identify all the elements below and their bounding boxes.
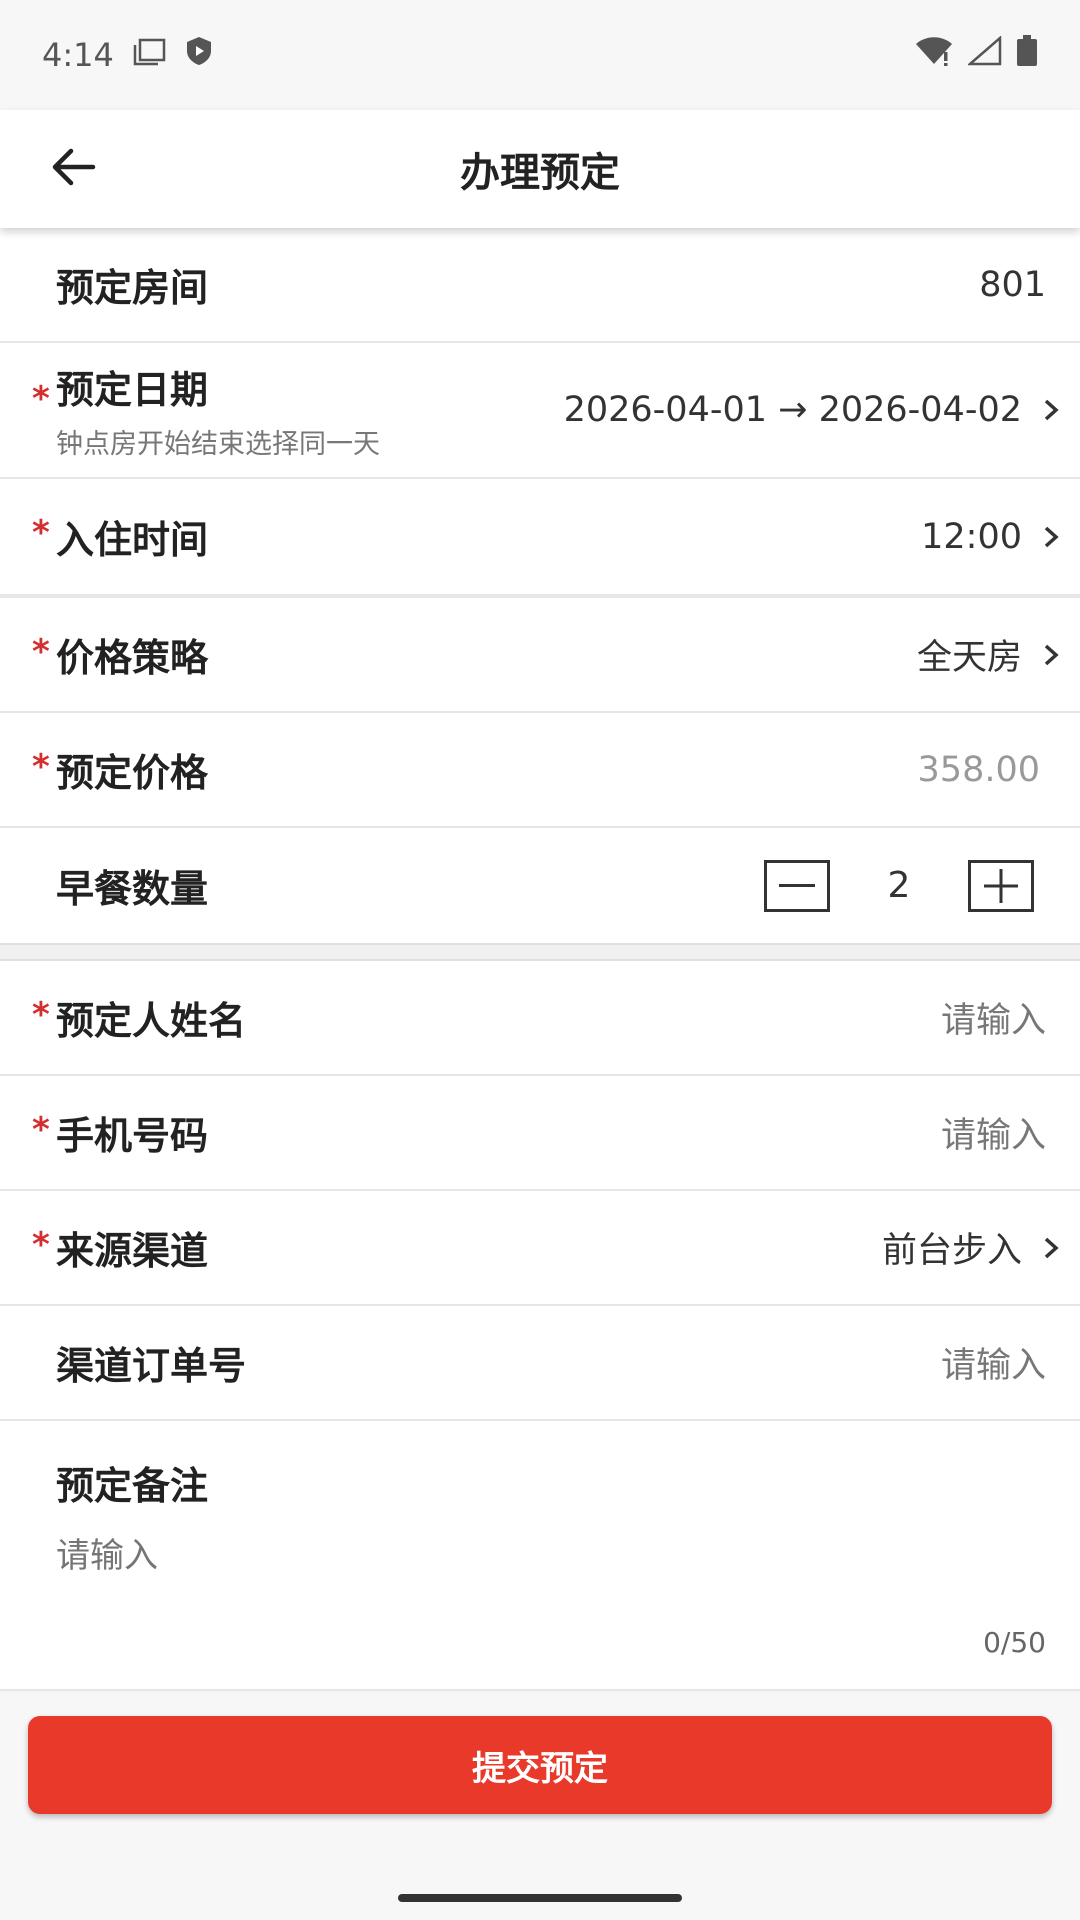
- breakfast-count: 2: [887, 865, 911, 906]
- guest-name-label: 预定人姓名: [56, 999, 247, 1043]
- room-info-group: 预定房间 801 * 预定日期 钟点房开始结束选择同一天 2026-04-01 …: [0, 228, 1080, 594]
- price-group: * 价格策略 全天房 * 预定价格 358.00 早餐数量 2: [0, 598, 1080, 943]
- wifi-icon: [914, 36, 954, 74]
- price-policy-text: 全天房: [916, 638, 1022, 678]
- row-phone[interactable]: * 手机号码 请输入: [0, 1076, 1080, 1191]
- date-hint: 钟点房开始结束选择同一天: [56, 429, 380, 460]
- remark-input[interactable]: [56, 1536, 1024, 1576]
- guest-group: * 预定人姓名 请输入 * 手机号码 请输入 * 来源渠道 前台步入 渠道订单号…: [0, 961, 1080, 1691]
- channel-order-label: 渠道订单号: [56, 1344, 247, 1388]
- row-room: 预定房间 801: [0, 228, 1080, 343]
- channel-text: 前台步入: [881, 1231, 1022, 1271]
- date-value[interactable]: 2026-04-01 → 2026-04-02: [564, 390, 1064, 430]
- signal-icon: [966, 35, 1002, 74]
- chevron-right-icon: [1044, 644, 1059, 665]
- row-channel[interactable]: * 来源渠道 前台步入: [0, 1191, 1080, 1306]
- chevron-right-icon: [1044, 526, 1059, 547]
- shield-icon: [184, 35, 214, 75]
- back-button[interactable]: [38, 136, 108, 202]
- home-indicator[interactable]: [398, 1894, 682, 1902]
- row-guest-name[interactable]: * 预定人姓名 请输入: [0, 961, 1080, 1076]
- remark-label: 预定备注: [56, 1464, 209, 1508]
- chevron-right-icon: [1044, 399, 1059, 421]
- row-date[interactable]: * 预定日期 钟点房开始结束选择同一天 2026-04-01 → 2026-04…: [0, 343, 1080, 479]
- decrement-button[interactable]: [764, 859, 830, 912]
- section-divider: [0, 943, 1080, 961]
- checkin-time-value[interactable]: 12:00: [921, 517, 1064, 557]
- price-policy-value[interactable]: 全天房: [917, 629, 1064, 680]
- row-price-policy[interactable]: * 价格策略 全天房: [0, 598, 1080, 713]
- reservation-form: 预定房间 801 * 预定日期 钟点房开始结束选择同一天 2026-04-01 …: [0, 228, 1080, 1691]
- required-mark: *: [32, 1110, 50, 1150]
- date-label: 预定日期: [56, 368, 209, 412]
- chevron-right-icon: [1044, 1237, 1059, 1258]
- row-checkin-time[interactable]: * 入住时间 12:00: [0, 479, 1080, 594]
- room-value: 801: [979, 264, 1046, 305]
- channel-order-input[interactable]: 请输入: [941, 1337, 1046, 1388]
- checkin-time-label: 入住时间: [56, 518, 209, 562]
- room-label: 预定房间: [56, 266, 209, 310]
- row-channel-order[interactable]: 渠道订单号 请输入: [0, 1306, 1080, 1421]
- increment-button[interactable]: [968, 859, 1034, 912]
- price-label: 预定价格: [56, 751, 209, 795]
- channel-value[interactable]: 前台步入: [882, 1222, 1064, 1273]
- required-mark: *: [32, 379, 50, 419]
- page-title: 办理预定: [460, 150, 620, 196]
- status-bar: 4:14: [0, 0, 1080, 110]
- row-price: * 预定价格 358.00: [0, 713, 1080, 828]
- minus-icon: [779, 883, 815, 887]
- required-mark: *: [32, 995, 50, 1035]
- remark-counter: 0/50: [983, 1626, 1046, 1659]
- back-arrow-icon: [49, 147, 97, 191]
- price-policy-label: 价格策略: [56, 636, 209, 680]
- breakfast-stepper: 2: [764, 859, 1034, 912]
- footer: 提交预定: [0, 1693, 1080, 1920]
- guest-name-input[interactable]: 请输入: [941, 992, 1046, 1043]
- required-mark: *: [32, 747, 50, 787]
- channel-label: 来源渠道: [56, 1229, 209, 1273]
- row-breakfast: 早餐数量 2: [0, 828, 1080, 943]
- plus-icon: [984, 868, 1018, 903]
- battery-icon: [1016, 35, 1038, 75]
- checkin-time-text: 12:00: [921, 516, 1022, 557]
- price-value: 358.00: [917, 749, 1040, 790]
- clock: 4:14: [42, 36, 114, 74]
- required-mark: *: [32, 513, 50, 553]
- app-bar: 办理预定: [0, 110, 1080, 228]
- required-mark: *: [32, 632, 50, 672]
- screenshot-icon: [132, 36, 166, 74]
- required-mark: *: [32, 1225, 50, 1265]
- breakfast-label: 早餐数量: [56, 867, 209, 911]
- remark-section: 预定备注 0/50: [0, 1421, 1080, 1691]
- phone-input[interactable]: 请输入: [941, 1107, 1046, 1158]
- phone-label: 手机号码: [56, 1114, 209, 1158]
- date-range-text: 2026-04-01 → 2026-04-02: [563, 390, 1022, 430]
- submit-button[interactable]: 提交预定: [28, 1716, 1052, 1814]
